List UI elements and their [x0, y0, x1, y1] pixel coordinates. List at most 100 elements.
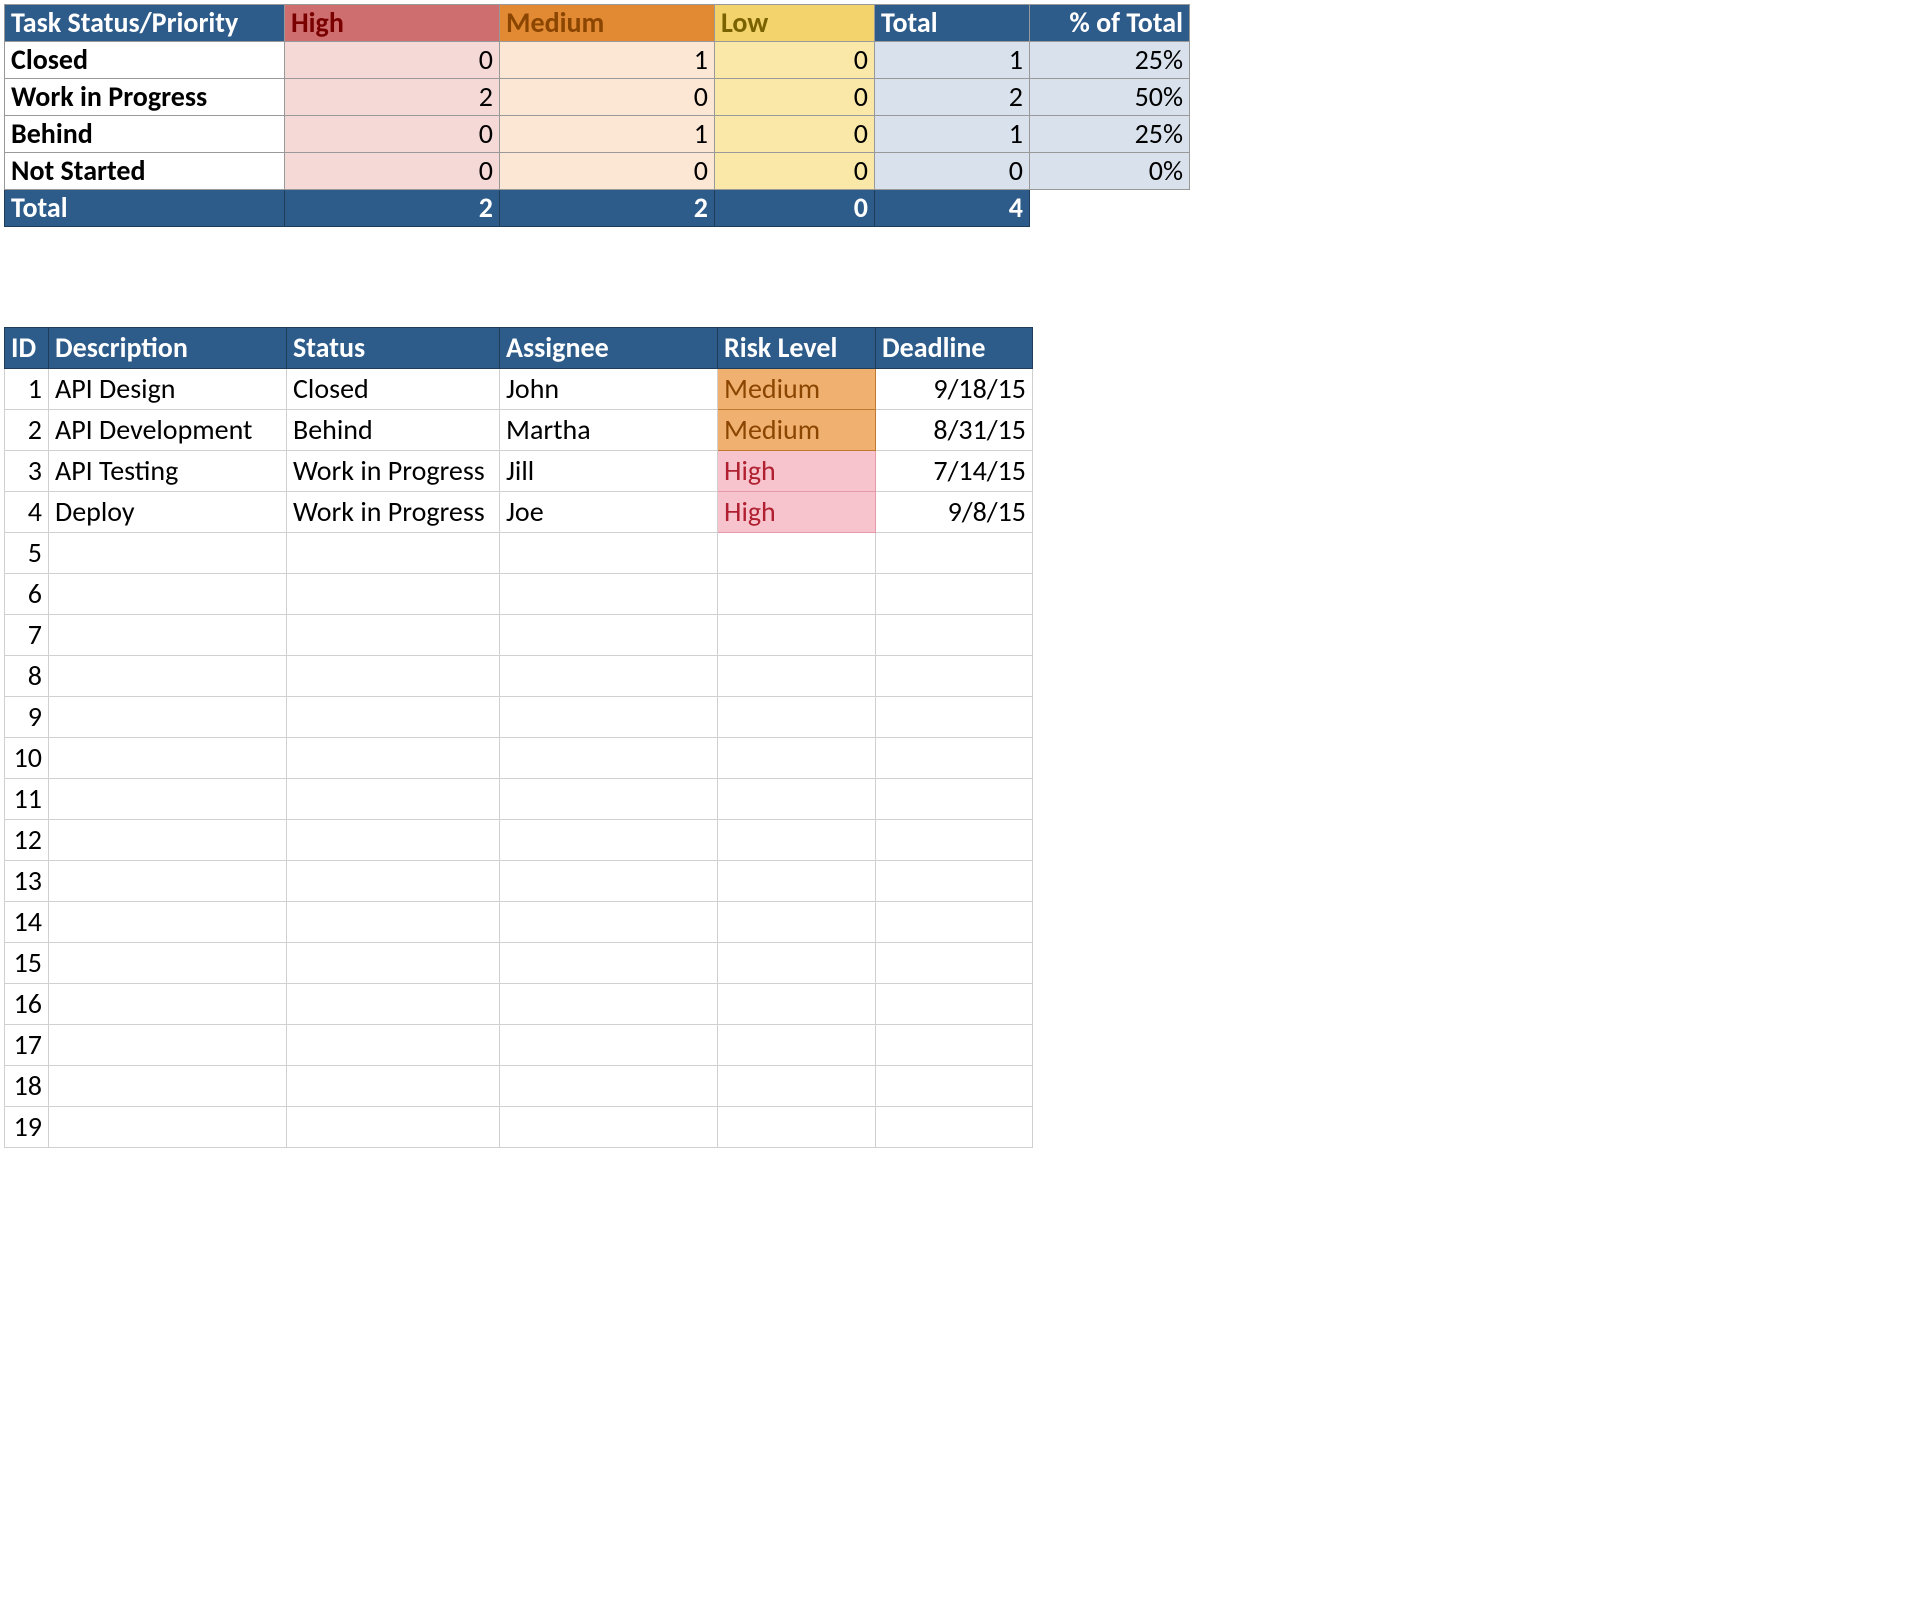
cell-risk[interactable]: Medium	[718, 369, 876, 410]
cell-risk[interactable]: Medium	[718, 410, 876, 451]
col-header-risk[interactable]: Risk Level	[718, 328, 876, 369]
cell-status[interactable]: Behind	[287, 410, 500, 451]
cell-description[interactable]	[49, 1107, 287, 1148]
summary-total-cell[interactable]: 4	[875, 190, 1030, 227]
cell-deadline[interactable]	[876, 574, 1033, 615]
cell-id[interactable]: 6	[5, 574, 49, 615]
cell-deadline[interactable]: 9/18/15	[876, 369, 1033, 410]
cell-risk[interactable]	[718, 820, 876, 861]
cell-id[interactable]: 18	[5, 1066, 49, 1107]
cell-description[interactable]: Deploy	[49, 492, 287, 533]
summary-cell[interactable]: 1	[500, 116, 715, 153]
cell-deadline[interactable]	[876, 533, 1033, 574]
summary-cell[interactable]: 1	[500, 42, 715, 79]
cell-deadline[interactable]: 8/31/15	[876, 410, 1033, 451]
cell-deadline[interactable]	[876, 779, 1033, 820]
cell-assignee[interactable]	[500, 1107, 718, 1148]
cell-id[interactable]: 3	[5, 451, 49, 492]
cell-id[interactable]: 1	[5, 369, 49, 410]
cell-risk[interactable]	[718, 1066, 876, 1107]
summary-cell[interactable]: 1	[875, 42, 1030, 79]
cell-assignee[interactable]	[500, 984, 718, 1025]
cell-status[interactable]	[287, 779, 500, 820]
cell-assignee[interactable]	[500, 1066, 718, 1107]
cell-description[interactable]	[49, 861, 287, 902]
cell-description[interactable]: API Testing	[49, 451, 287, 492]
cell-status[interactable]	[287, 820, 500, 861]
summary-cell[interactable]: 1	[875, 116, 1030, 153]
cell-deadline[interactable]	[876, 738, 1033, 779]
summary-cell[interactable]: 0%	[1030, 153, 1190, 190]
col-header-deadline[interactable]: Deadline	[876, 328, 1033, 369]
cell-description[interactable]	[49, 574, 287, 615]
summary-cell[interactable]: 0	[715, 42, 875, 79]
cell-deadline[interactable]	[876, 820, 1033, 861]
cell-description[interactable]: API Development	[49, 410, 287, 451]
summary-total-cell[interactable]: 0	[715, 190, 875, 227]
summary-row-label[interactable]: Not Started	[5, 153, 285, 190]
cell-description[interactable]	[49, 1066, 287, 1107]
cell-id[interactable]: 14	[5, 902, 49, 943]
cell-description[interactable]: API Design	[49, 369, 287, 410]
cell-assignee[interactable]	[500, 779, 718, 820]
cell-risk[interactable]	[718, 574, 876, 615]
cell-deadline[interactable]	[876, 1107, 1033, 1148]
cell-risk[interactable]	[718, 656, 876, 697]
cell-status[interactable]	[287, 533, 500, 574]
summary-cell[interactable]: 0	[285, 153, 500, 190]
cell-risk[interactable]: High	[718, 492, 876, 533]
cell-assignee[interactable]: Jill	[500, 451, 718, 492]
col-header-status[interactable]: Status	[287, 328, 500, 369]
summary-cell[interactable]: 0	[285, 116, 500, 153]
cell-status[interactable]	[287, 697, 500, 738]
cell-status[interactable]: Work in Progress	[287, 492, 500, 533]
cell-assignee[interactable]: Joe	[500, 492, 718, 533]
cell-description[interactable]	[49, 1025, 287, 1066]
col-header-low[interactable]: Low	[715, 5, 875, 42]
cell-status[interactable]	[287, 861, 500, 902]
cell-deadline[interactable]	[876, 861, 1033, 902]
cell-id[interactable]: 5	[5, 533, 49, 574]
cell-id[interactable]: 13	[5, 861, 49, 902]
summary-total-cell[interactable]: 2	[285, 190, 500, 227]
col-header-total[interactable]: Total	[875, 5, 1030, 42]
col-header-high[interactable]: High	[285, 5, 500, 42]
cell-risk[interactable]	[718, 902, 876, 943]
cell-status[interactable]	[287, 615, 500, 656]
cell-risk[interactable]	[718, 1107, 876, 1148]
cell-id[interactable]: 12	[5, 820, 49, 861]
cell-status[interactable]	[287, 656, 500, 697]
cell-risk[interactable]	[718, 984, 876, 1025]
cell-risk[interactable]	[718, 533, 876, 574]
cell-deadline[interactable]	[876, 902, 1033, 943]
col-header-id[interactable]: ID	[5, 328, 49, 369]
cell-description[interactable]	[49, 902, 287, 943]
cell-description[interactable]	[49, 697, 287, 738]
cell-deadline[interactable]	[876, 656, 1033, 697]
cell-assignee[interactable]	[500, 738, 718, 779]
cell-risk[interactable]: High	[718, 451, 876, 492]
summary-cell[interactable]: 0	[500, 153, 715, 190]
cell-risk[interactable]	[718, 697, 876, 738]
summary-cell[interactable]: 0	[500, 79, 715, 116]
cell-id[interactable]: 2	[5, 410, 49, 451]
cell-risk[interactable]	[718, 861, 876, 902]
summary-cell[interactable]: 0	[715, 116, 875, 153]
summary-cell[interactable]: 0	[285, 42, 500, 79]
summary-cell[interactable]: 2	[285, 79, 500, 116]
cell-description[interactable]	[49, 615, 287, 656]
summary-cell[interactable]: 2	[875, 79, 1030, 116]
cell-deadline[interactable]	[876, 1066, 1033, 1107]
cell-risk[interactable]	[718, 738, 876, 779]
cell-description[interactable]	[49, 738, 287, 779]
cell-assignee[interactable]	[500, 1025, 718, 1066]
summary-cell[interactable]: 25%	[1030, 42, 1190, 79]
cell-assignee[interactable]	[500, 574, 718, 615]
cell-deadline[interactable]	[876, 615, 1033, 656]
cell-deadline[interactable]	[876, 1025, 1033, 1066]
cell-status[interactable]	[287, 574, 500, 615]
cell-risk[interactable]	[718, 943, 876, 984]
cell-id[interactable]: 9	[5, 697, 49, 738]
cell-id[interactable]: 10	[5, 738, 49, 779]
cell-assignee[interactable]	[500, 820, 718, 861]
